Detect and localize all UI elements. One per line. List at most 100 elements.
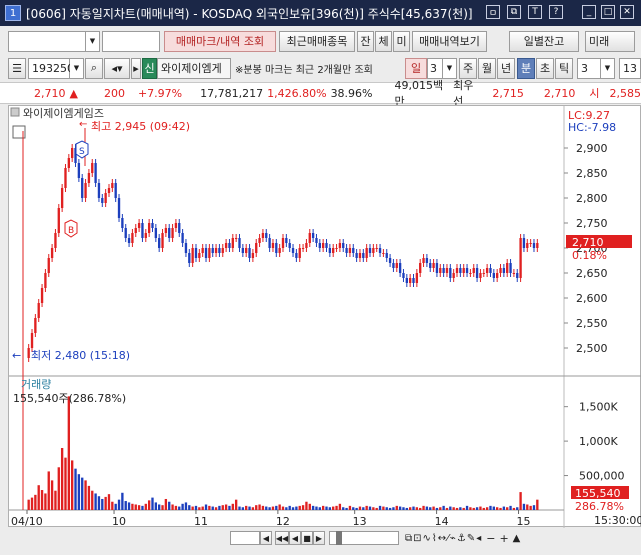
volume-bar (288, 505, 291, 510)
best-bid: 2,710 (543, 86, 576, 100)
right-value-input[interactable]: 13 (619, 57, 641, 79)
period-day-tab[interactable]: 일 (405, 57, 427, 79)
candle-body (422, 258, 425, 263)
volume-bar (97, 496, 101, 510)
speaker-icon[interactable]: ◂▾ (104, 57, 130, 79)
candle-body (392, 263, 395, 268)
future-button[interactable]: 미래 (585, 30, 635, 52)
volume-bar (509, 505, 512, 510)
volume-bar (365, 505, 368, 510)
volume-bar (352, 507, 355, 510)
vol-tick-label: 500,000 (579, 470, 625, 483)
chart-collapse-icon[interactable] (10, 107, 20, 117)
minimize-icon[interactable]: _ (582, 5, 596, 19)
period-tick-tab[interactable]: 틱 (555, 57, 573, 79)
password-input[interactable] (102, 30, 160, 52)
recent-trade-stock-button[interactable]: 최근매매종목 (279, 30, 355, 52)
candle-body (479, 273, 482, 278)
maximize-icon[interactable]: □ (601, 5, 615, 19)
price-volume-chart[interactable]: 와이제이엠게임즈 LC:9.27 HC:-7.98 2,9002,8502,80… (9, 106, 641, 528)
volume-bar (84, 480, 87, 510)
prev-stock-icon[interactable]: ▸ (131, 57, 141, 79)
volume-bar (332, 506, 335, 510)
candle-body (338, 243, 342, 248)
volume-bar (255, 505, 258, 510)
candle-body (147, 223, 151, 233)
scroll-left-icon[interactable]: ◀ (260, 531, 272, 545)
menu-icon[interactable]: ☰ (8, 57, 26, 79)
candle-body (512, 273, 516, 274)
volume-bar (248, 506, 251, 510)
toolbar-icon[interactable]: ㅁ (486, 5, 500, 19)
code-dropdown-icon[interactable]: ▼ (70, 57, 84, 79)
daily-balance-button[interactable]: 일별잔고 (509, 30, 579, 52)
filled-button[interactable]: 체 (375, 30, 392, 52)
volume-bar (358, 506, 362, 510)
chevron-down-icon[interactable]: ▼ (86, 30, 100, 52)
unfilled-button[interactable]: 미 (393, 30, 410, 52)
candle-body (489, 268, 492, 273)
volume-bar (489, 505, 492, 510)
scroll-prev-icon[interactable]: ◀ (289, 531, 301, 545)
zoom-in-icon[interactable]: + (499, 532, 508, 545)
period-month-tab[interactable]: 월 (478, 57, 496, 79)
volume-bar (91, 490, 94, 510)
scroll-first-icon[interactable]: ◀◀ (275, 531, 289, 545)
volume-bar (311, 505, 315, 510)
chart-stock-title: 와이제이엠게임즈 (23, 107, 104, 120)
stock-code-input[interactable]: 193250 (28, 57, 74, 79)
account-input[interactable] (8, 30, 86, 52)
period-week-tab[interactable]: 주 (459, 57, 477, 79)
candle-body (385, 253, 388, 258)
candle-body (94, 163, 97, 183)
candle-body (412, 278, 415, 283)
candle-body (231, 238, 234, 248)
scroll-input[interactable] (230, 531, 260, 545)
volume-bar (419, 507, 422, 510)
volume-bar (325, 506, 328, 510)
candle-body (168, 228, 171, 238)
candle-body (332, 248, 335, 253)
volume-bar (439, 507, 442, 510)
scroll-stop-icon[interactable]: ■ (301, 531, 313, 545)
drawing-tools[interactable]: ⧉⊡∿⌇↔⁄⌁⚓✎◂ (405, 533, 482, 544)
close-icon[interactable]: ✕ (620, 5, 634, 19)
volume-bar (67, 396, 71, 510)
period-second-tab[interactable]: 초 (536, 57, 554, 79)
scroll-up-icon[interactable]: ▲ (513, 533, 521, 544)
volume-bar (168, 501, 171, 510)
font-icon[interactable]: T (528, 5, 542, 19)
chart-panel[interactable]: 와이제이엠게임즈 LC:9.27 HC:-7.98 2,900 2,850 2,80… (8, 105, 641, 528)
interval-input[interactable]: 3 (577, 57, 601, 79)
scroll-next-icon[interactable]: ▶ (313, 531, 325, 545)
candle-body (375, 248, 378, 249)
high-label: 최고 2,945 (09:42) (91, 120, 190, 133)
volume-bar (77, 474, 81, 510)
period-year-tab[interactable]: 년 (497, 57, 515, 79)
open-price: 2,585 (609, 86, 641, 100)
window-restore-icon[interactable]: ⧉ (507, 5, 521, 19)
price-pct-tag: 0.18% (572, 249, 607, 262)
candle-body (44, 273, 47, 288)
help-icon[interactable]: ? (549, 5, 563, 19)
sell-marker-label: S (79, 147, 85, 157)
zoom-slider[interactable] (329, 531, 399, 545)
candle-body (174, 223, 178, 228)
balance-button[interactable]: 잔 (357, 30, 374, 52)
day-count-dropdown-icon[interactable]: ▼ (443, 57, 457, 79)
trade-mark-query-button[interactable]: 매매마크/내역 조회 (164, 30, 276, 52)
candle-body (101, 198, 104, 203)
x-tick-label: 15 (517, 515, 531, 528)
volume-bar (485, 507, 489, 510)
y-tick-label: 2,550 (576, 317, 608, 330)
volume-bar (412, 506, 415, 510)
volume-bar (101, 498, 104, 510)
day-count-input[interactable]: 3 (427, 57, 443, 79)
trade-history-button[interactable]: 매매내역보기 (412, 30, 487, 52)
candle-body (184, 243, 188, 253)
volume-bar (342, 507, 345, 510)
interval-dropdown-icon[interactable]: ▼ (601, 57, 615, 79)
period-minute-tab[interactable]: 분 (517, 57, 535, 79)
zoom-out-icon[interactable]: − (486, 532, 495, 545)
search-icon[interactable]: ⌕ (85, 57, 103, 79)
